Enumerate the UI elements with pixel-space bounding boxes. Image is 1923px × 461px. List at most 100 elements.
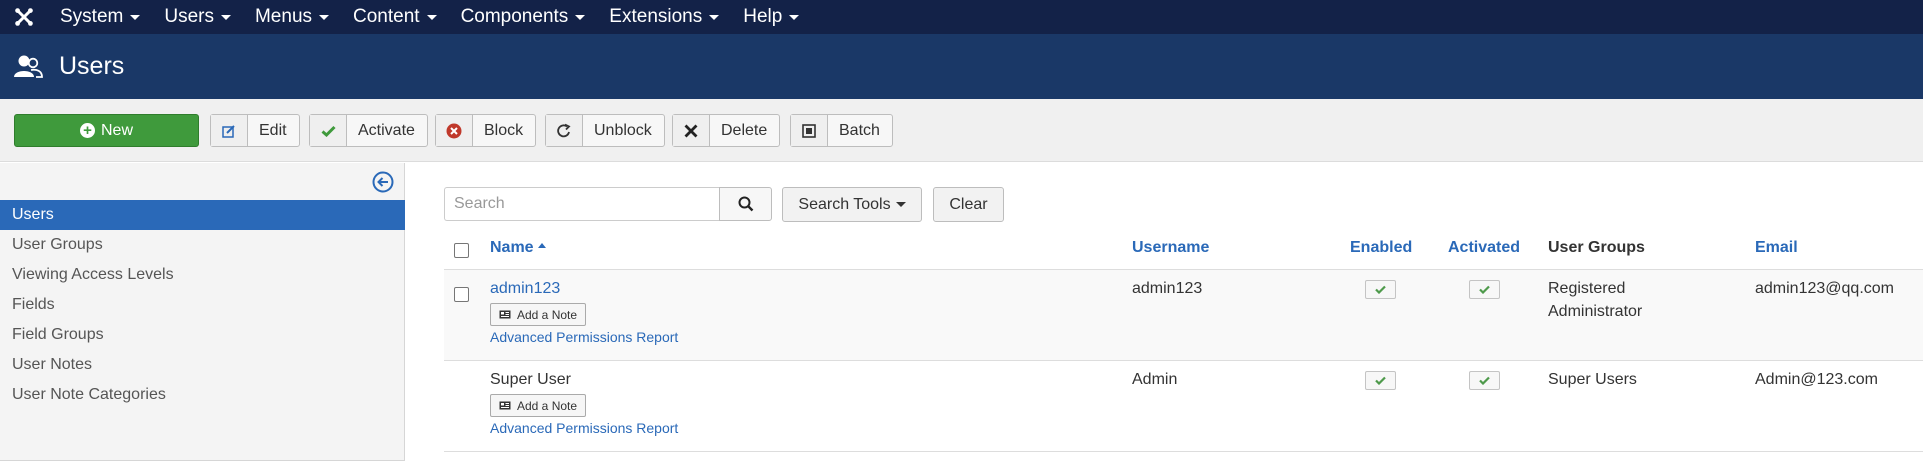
sidebar-item-fields[interactable]: Fields bbox=[0, 290, 405, 320]
collapse-left-icon[interactable] bbox=[372, 171, 394, 193]
check-icon bbox=[1375, 285, 1386, 294]
email-cell: admin123@qq.com bbox=[1755, 280, 1894, 297]
check-icon bbox=[1479, 285, 1490, 294]
top-menu: System Users Menus Content Components Ex… bbox=[48, 0, 811, 34]
new-button-label: New bbox=[100, 121, 133, 139]
menu-menus[interactable]: Menus bbox=[243, 0, 341, 34]
batch-icon bbox=[791, 115, 828, 146]
row-checkbox[interactable] bbox=[454, 287, 469, 302]
sidebar-item-user-groups[interactable]: User Groups bbox=[0, 230, 405, 260]
page-header: Users bbox=[0, 34, 1923, 99]
enabled-toggle[interactable] bbox=[1365, 280, 1396, 299]
note-card-icon bbox=[499, 401, 511, 410]
users-table: Name Username Enabled Activated User Gro… bbox=[444, 230, 1923, 452]
menu-components-label: Components bbox=[460, 6, 569, 27]
sidebar-item-user-notes[interactable]: User Notes bbox=[0, 350, 405, 380]
menu-extensions[interactable]: Extensions bbox=[597, 0, 731, 34]
delete-button-label: Delete bbox=[721, 121, 768, 139]
new-button[interactable]: + New bbox=[14, 114, 199, 147]
user-group-line: Registered bbox=[1548, 280, 1626, 297]
user-group-line: Super Users bbox=[1548, 371, 1637, 388]
menu-users[interactable]: Users bbox=[152, 0, 243, 34]
search-button[interactable] bbox=[719, 187, 772, 221]
column-activated[interactable]: Activated bbox=[1448, 239, 1520, 257]
add-note-label: Add a Note bbox=[517, 307, 578, 322]
caret-down-icon bbox=[220, 14, 231, 20]
menu-system-label: System bbox=[60, 6, 124, 27]
username-cell: Admin bbox=[1132, 371, 1178, 388]
sidebar-item-field-groups[interactable]: Field Groups bbox=[0, 320, 405, 350]
column-name-label: Name bbox=[490, 239, 534, 256]
enabled-toggle[interactable] bbox=[1365, 371, 1396, 390]
note-card-icon bbox=[499, 310, 511, 319]
search-tools-button[interactable]: Search Tools bbox=[782, 187, 922, 222]
table-header: Name Username Enabled Activated User Gro… bbox=[444, 230, 1923, 270]
activated-toggle[interactable] bbox=[1469, 280, 1500, 299]
menu-help-label: Help bbox=[743, 6, 783, 27]
table-row: admin123 Add a Note Advanced Permissions… bbox=[444, 270, 1923, 361]
permissions-report-link[interactable]: Advanced Permissions Report bbox=[490, 329, 678, 345]
refresh-icon bbox=[546, 115, 583, 146]
activate-button-label: Activate bbox=[358, 121, 415, 139]
menu-system[interactable]: System bbox=[48, 0, 152, 34]
column-user-groups: User Groups bbox=[1548, 239, 1645, 256]
search-icon bbox=[738, 196, 753, 212]
user-name-link[interactable]: admin123 bbox=[490, 277, 560, 300]
caret-down-icon bbox=[709, 14, 720, 20]
add-note-button[interactable]: Add a Note bbox=[490, 394, 587, 417]
user-groups-cell: Registered Administrator bbox=[1548, 277, 1642, 323]
caret-down-icon bbox=[319, 14, 330, 20]
delete-button[interactable]: Delete bbox=[672, 114, 781, 147]
caret-down-icon bbox=[426, 14, 437, 20]
permissions-report-link[interactable]: Advanced Permissions Report bbox=[490, 420, 678, 436]
column-username[interactable]: Username bbox=[1132, 239, 1209, 257]
user-name: Super User bbox=[490, 371, 571, 388]
menu-help[interactable]: Help bbox=[731, 0, 811, 34]
caret-down-icon bbox=[130, 14, 141, 20]
caret-down-icon bbox=[895, 202, 906, 207]
plus-circle-icon: + bbox=[79, 123, 95, 138]
add-note-button[interactable]: Add a Note bbox=[490, 303, 587, 326]
column-name[interactable]: Name bbox=[490, 239, 546, 257]
page-title: Users bbox=[59, 52, 125, 80]
sidebar-item-user-note-categories[interactable]: User Note Categories bbox=[0, 380, 405, 410]
sidebar: Users User Groups Viewing Access Levels … bbox=[0, 163, 405, 461]
user-group-line: Administrator bbox=[1548, 303, 1643, 320]
unblock-button-label: Unblock bbox=[594, 121, 652, 139]
menu-components[interactable]: Components bbox=[449, 0, 598, 34]
clear-button[interactable]: Clear bbox=[933, 187, 1004, 222]
top-nav: System Users Menus Content Components Ex… bbox=[0, 0, 1923, 34]
batch-button[interactable]: Batch bbox=[790, 114, 893, 147]
unblock-button[interactable]: Unblock bbox=[545, 114, 665, 147]
menu-extensions-label: Extensions bbox=[609, 6, 703, 27]
block-button[interactable]: Block bbox=[435, 114, 537, 147]
menu-menus-label: Menus bbox=[254, 6, 313, 27]
menu-content-label: Content bbox=[353, 6, 420, 27]
activate-button[interactable]: Activate bbox=[309, 114, 428, 147]
caret-down-icon bbox=[789, 14, 800, 20]
sidebar-list: Users User Groups Viewing Access Levels … bbox=[0, 200, 405, 410]
clear-button-label: Clear bbox=[949, 195, 988, 213]
search-tools-label: Search Tools bbox=[798, 195, 891, 213]
check-icon bbox=[1479, 376, 1490, 385]
edit-button[interactable]: Edit bbox=[210, 114, 300, 147]
users-icon bbox=[14, 55, 43, 78]
search-input[interactable] bbox=[444, 187, 719, 221]
menu-content[interactable]: Content bbox=[341, 0, 449, 34]
select-all-checkbox[interactable] bbox=[454, 243, 469, 258]
username-cell: admin123 bbox=[1132, 280, 1203, 297]
menu-users-label: Users bbox=[164, 6, 214, 27]
joomla-logo-icon[interactable] bbox=[0, 0, 48, 34]
sort-asc-icon bbox=[537, 243, 546, 249]
email-cell: Admin@123.com bbox=[1755, 371, 1878, 388]
caret-down-icon bbox=[575, 14, 586, 20]
user-groups-cell: Super Users bbox=[1548, 368, 1637, 391]
sidebar-item-users[interactable]: Users bbox=[0, 200, 405, 230]
sidebar-item-viewing-access-levels[interactable]: Viewing Access Levels bbox=[0, 260, 405, 290]
block-button-label: Block bbox=[484, 121, 524, 139]
column-email[interactable]: Email bbox=[1755, 239, 1798, 257]
check-icon bbox=[310, 115, 347, 146]
add-note-label: Add a Note bbox=[517, 398, 578, 413]
activated-toggle[interactable] bbox=[1469, 371, 1500, 390]
column-enabled[interactable]: Enabled bbox=[1350, 239, 1412, 257]
